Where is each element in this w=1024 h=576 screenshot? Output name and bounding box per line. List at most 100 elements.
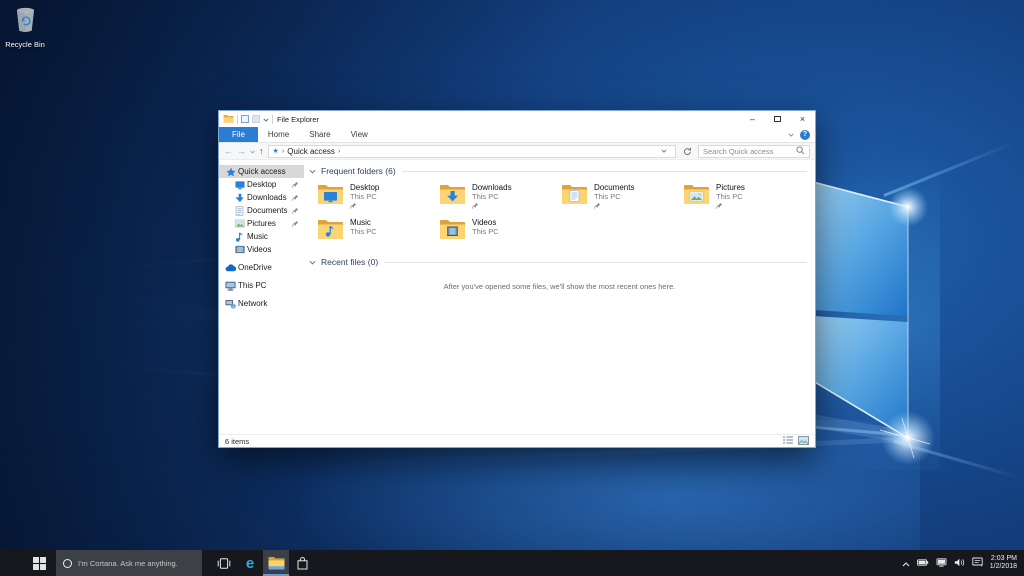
desktop: Recycle Bin File Explorer – × [0, 0, 1024, 576]
sidebar-item-this-pc[interactable]: This PC [219, 279, 304, 292]
section-title: Recent files (0) [321, 257, 378, 267]
onedrive-cloud-icon [223, 264, 238, 272]
pin-icon [350, 202, 379, 209]
navigation-pane: Quick access Desktop Downloads [219, 160, 304, 434]
sidebar-item-network[interactable]: Network [219, 297, 304, 310]
quick-access-star-icon: ★ [273, 148, 279, 155]
action-center-icon[interactable] [972, 554, 983, 572]
help-icon[interactable]: ? [800, 130, 810, 140]
qat-new-folder-icon[interactable] [252, 115, 260, 123]
folder-location: This PC [350, 228, 377, 237]
pictures-icon [232, 219, 247, 228]
address-bar[interactable]: ★ › Quick access › [268, 145, 677, 158]
videos-folder-icon [439, 218, 466, 253]
forward-button[interactable]: → [237, 147, 246, 156]
battery-icon[interactable] [917, 554, 929, 572]
sidebar-item-music[interactable]: Music [219, 230, 304, 243]
clock-date: 1/2/2018 [990, 563, 1017, 571]
folder-tile-downloads[interactable]: Downloads This PC [439, 183, 561, 218]
maximize-button[interactable] [765, 111, 790, 127]
sidebar-item-label: Pictures [247, 219, 276, 228]
file-explorer-window: File Explorer – × File Home Share View ?… [218, 110, 816, 448]
folder-tile-documents[interactable]: Documents This PC [561, 183, 683, 218]
up-button[interactable]: ↑ [259, 147, 264, 156]
pin-icon [472, 202, 512, 209]
content-pane: Frequent folders (6) Desktop This PC [304, 160, 815, 434]
maximize-icon [774, 116, 781, 122]
wallpaper-beam [883, 142, 1014, 197]
recent-files-empty-message: After you've opened some files, we'll sh… [304, 282, 815, 291]
refresh-icon[interactable] [680, 147, 694, 156]
wallpaper-beam [894, 440, 1020, 479]
items-count: 6 items [225, 437, 249, 446]
address-dropdown-chevron-icon[interactable] [657, 149, 671, 153]
tab-share[interactable]: Share [299, 127, 340, 142]
sidebar-item-label: Desktop [247, 180, 276, 189]
clock-time: 2:03 PM [990, 555, 1017, 563]
sidebar-item-videos[interactable]: Videos [219, 243, 304, 256]
tab-view[interactable]: View [341, 127, 378, 142]
section-frequent-folders[interactable]: Frequent folders (6) [304, 165, 815, 177]
sidebar-item-quick-access[interactable]: Quick access [219, 165, 304, 178]
title-bar[interactable]: File Explorer – × [219, 111, 815, 127]
large-icons-view-icon[interactable] [798, 436, 809, 447]
sidebar-item-label: Quick access [238, 167, 286, 176]
folder-tile-desktop[interactable]: Desktop This PC [317, 183, 439, 218]
this-pc-icon [223, 281, 238, 291]
tab-home[interactable]: Home [258, 127, 299, 142]
tray-chevron-up-icon[interactable] [902, 554, 910, 572]
sidebar-item-pictures[interactable]: Pictures [219, 217, 304, 230]
volume-icon[interactable] [954, 554, 965, 572]
details-view-icon[interactable] [783, 436, 793, 446]
explorer-folder-icon [223, 114, 234, 125]
expand-ribbon-chevron-icon[interactable] [788, 130, 794, 139]
breadcrumb[interactable]: Quick access [287, 147, 335, 156]
search-icon [796, 146, 805, 157]
pin-icon [594, 202, 634, 209]
sidebar-item-label: Network [238, 299, 267, 308]
back-button[interactable]: ← [224, 147, 233, 156]
network-tray-icon[interactable] [936, 554, 947, 572]
documents-folder-icon [561, 183, 588, 218]
folder-tile-videos[interactable]: Videos This PC [439, 218, 561, 253]
sidebar-item-downloads[interactable]: Downloads [219, 191, 304, 204]
sidebar-item-onedrive[interactable]: OneDrive [219, 261, 304, 274]
minimize-button[interactable]: – [740, 111, 765, 127]
folder-location: This PC [472, 193, 512, 202]
start-button[interactable] [22, 550, 56, 576]
downloads-icon [232, 193, 247, 203]
sidebar-item-documents[interactable]: Documents [219, 204, 304, 217]
edge-button[interactable]: e [237, 550, 263, 576]
store-button[interactable] [289, 550, 315, 576]
close-button[interactable]: × [790, 111, 815, 127]
qat-properties-icon[interactable] [241, 115, 249, 123]
frequent-folders-grid: Desktop This PC Downloads This PC [317, 183, 815, 253]
task-view-button[interactable] [211, 550, 237, 576]
desktop-folder-icon [317, 183, 344, 218]
sidebar-item-desktop[interactable]: Desktop [219, 178, 304, 191]
search-input[interactable]: Search Quick access [698, 145, 810, 158]
cortana-search-box[interactable]: I'm Cortana. Ask me anything. [56, 550, 202, 576]
window-title: File Explorer [277, 115, 319, 124]
pictures-folder-icon [683, 183, 710, 218]
downloads-folder-icon [439, 183, 466, 218]
breadcrumb-separator: › [282, 147, 285, 155]
taskbar-clock[interactable]: 2:03 PM 1/2/2018 [990, 555, 1017, 571]
tab-file[interactable]: File [219, 127, 258, 142]
recycle-bin-label: Recycle Bin [5, 40, 45, 49]
cortana-placeholder: I'm Cortana. Ask me anything. [78, 559, 178, 568]
documents-icon [232, 206, 247, 216]
pin-icon [292, 181, 304, 188]
section-recent-files[interactable]: Recent files (0) [304, 256, 815, 268]
qat-customize-chevron-icon[interactable] [263, 115, 269, 124]
recycle-bin-icon [14, 6, 37, 38]
recycle-bin-shortcut[interactable]: Recycle Bin [2, 6, 48, 49]
quick-access-toolbar [219, 114, 273, 125]
recent-locations-chevron-icon[interactable] [250, 147, 255, 156]
network-icon [223, 299, 238, 309]
pin-icon [292, 220, 304, 227]
folder-location: This PC [716, 193, 745, 202]
folder-tile-music[interactable]: Music This PC [317, 218, 439, 253]
folder-tile-pictures[interactable]: Pictures This PC [683, 183, 805, 218]
file-explorer-button[interactable] [263, 550, 289, 576]
